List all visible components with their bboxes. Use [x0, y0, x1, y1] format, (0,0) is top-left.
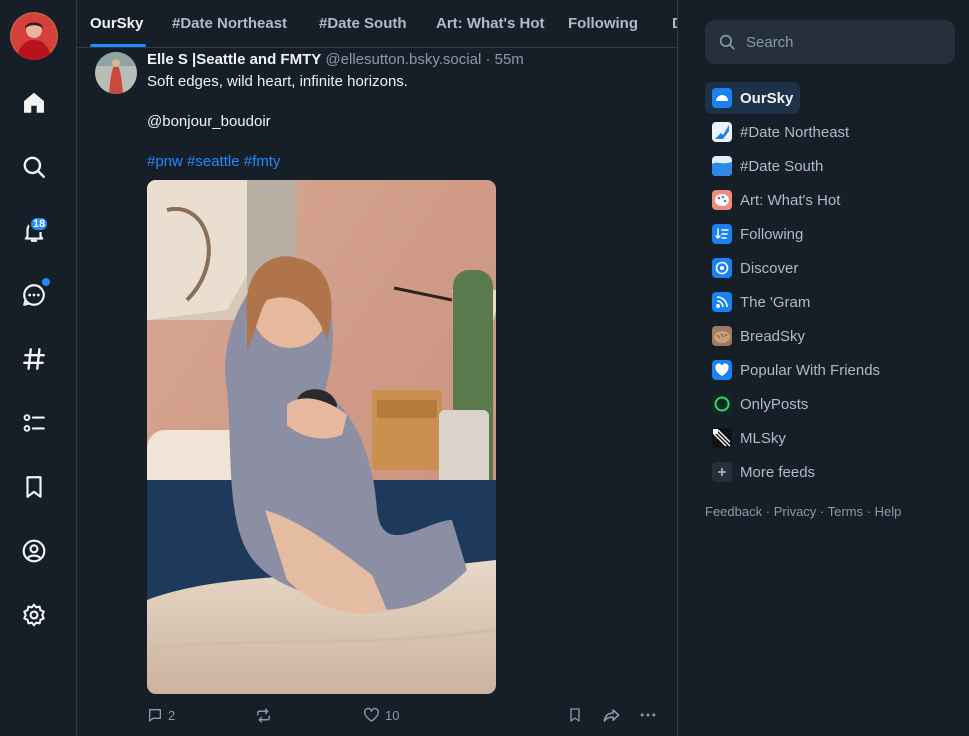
feed-link-date-south[interactable]: #Date South [705, 150, 830, 182]
date-northeast-icon [712, 122, 732, 142]
settings-button[interactable] [16, 597, 52, 633]
repost-icon [257, 707, 270, 723]
footer-separator: · [866, 504, 872, 519]
user-avatar[interactable] [10, 12, 58, 60]
feed-link-following[interactable]: Following [705, 218, 810, 250]
feeds-button[interactable] [16, 341, 52, 377]
feed-link-breadsky[interactable]: BreadSky [705, 320, 812, 352]
feed-tab-bar: OurSky #Date Northeast #Date South Art: … [77, 0, 677, 48]
bookmark-icon [570, 708, 580, 722]
reply-icon [149, 709, 161, 722]
post-text-line-1: Soft edges, wild heart, infinite horizon… [147, 73, 408, 90]
footer-separator: · [819, 504, 825, 519]
footer-help-link[interactable]: Help [875, 504, 902, 519]
footer-terms-link[interactable]: Terms [828, 504, 863, 519]
post-card[interactable]: Elle S |Seattle and FMTY @ellesutton.bsk… [77, 48, 677, 736]
post-header: Elle S |Seattle and FMTY @ellesutton.bsk… [147, 51, 524, 68]
search-icon [719, 34, 735, 50]
tab-date-northeast[interactable]: #Date Northeast [172, 0, 287, 47]
circle-icon [712, 394, 732, 414]
feed-link-onlyposts[interactable]: OnlyPosts [705, 388, 815, 420]
following-icon [712, 224, 732, 244]
home-button[interactable] [16, 85, 52, 121]
list-icon [23, 414, 45, 432]
reply-button[interactable]: 2 [147, 705, 175, 725]
mlsky-icon [712, 428, 732, 448]
bread-icon [712, 326, 732, 346]
left-nav-rail: 18 [0, 0, 77, 736]
post-hashtags: #pnw #seattle #fmty [147, 153, 280, 170]
feed-link-discover[interactable]: Discover [705, 252, 805, 284]
tab-oursky[interactable]: OurSky [90, 0, 143, 47]
profile-icon [22, 539, 46, 563]
tab-discover-partial[interactable]: D [672, 0, 677, 47]
post-mention[interactable]: @bonjour_boudoir [147, 113, 271, 130]
plus-icon [712, 462, 732, 482]
tab-following[interactable]: Following [568, 0, 638, 47]
notifications-badge: 18 [29, 216, 50, 232]
feed-link-date-northeast[interactable]: #Date Northeast [705, 116, 856, 148]
lists-button[interactable] [16, 405, 52, 441]
feed-link-popular-with-friends[interactable]: Popular With Friends [705, 354, 887, 386]
footer-feedback-link[interactable]: Feedback [705, 504, 762, 519]
heart-outline-icon [364, 707, 379, 722]
post-time[interactable]: 55m [495, 51, 524, 68]
gear-icon [23, 603, 45, 627]
discover-icon [712, 258, 732, 278]
saved-button[interactable] [16, 469, 52, 505]
active-tab-indicator [90, 44, 146, 47]
right-sidebar: Search OurSky #Date Northeast #Date Sout… [705, 0, 969, 736]
search-input[interactable]: Search [705, 20, 955, 64]
search-placeholder: Search [746, 33, 794, 51]
home-icon [24, 92, 44, 113]
chat-bubble-icon [23, 284, 45, 306]
profile-button[interactable] [16, 533, 52, 569]
feed-link-oursky[interactable]: OurSky [705, 82, 801, 114]
footer-privacy-link[interactable]: Privacy [774, 504, 817, 519]
footer-links: Feedback · Privacy · Terms · Help [705, 504, 901, 519]
hashtag-link[interactable]: #fmty [244, 153, 281, 170]
search-icon [23, 156, 45, 178]
share-button[interactable] [602, 705, 621, 725]
like-count: 10 [385, 707, 400, 723]
author-handle[interactable]: @ellesutton.bsky.social [325, 51, 481, 68]
more-feeds-link[interactable]: More feeds [705, 456, 822, 488]
footer-separator: · [765, 504, 771, 519]
bookmark-icon [26, 476, 42, 498]
hashtag-icon [23, 348, 45, 370]
feed-column: OurSky #Date Northeast #Date South Art: … [77, 0, 678, 736]
repost-button[interactable] [255, 705, 272, 725]
tab-art-whats-hot[interactable]: Art: What's Hot [436, 0, 545, 47]
author-name[interactable]: Elle S |Seattle and FMTY [147, 51, 321, 68]
tab-date-south[interactable]: #Date South [319, 0, 407, 47]
header-separator: · [485, 51, 491, 68]
oursky-icon [712, 88, 732, 108]
bookmark-post-button[interactable] [567, 705, 583, 725]
feed-link-mlsky[interactable]: MLSky [705, 422, 793, 454]
post-image[interactable] [147, 180, 496, 694]
author-avatar[interactable] [95, 52, 137, 94]
heart-icon [712, 360, 732, 380]
reply-count: 2 [168, 707, 176, 723]
like-button[interactable]: 10 [363, 705, 399, 725]
gram-icon [712, 292, 732, 312]
hashtag-link[interactable]: #seattle [187, 153, 240, 170]
feed-link-the-gram[interactable]: The 'Gram [705, 286, 817, 318]
more-options-button[interactable] [638, 705, 658, 725]
ellipsis-icon [640, 713, 656, 717]
date-south-icon [712, 156, 732, 176]
chat-unread-dot [42, 278, 50, 286]
hashtag-link[interactable]: #pnw [147, 153, 183, 170]
art-palette-icon [712, 190, 732, 210]
share-arrow-icon [603, 708, 620, 722]
feed-link-art-whats-hot[interactable]: Art: What's Hot [705, 184, 847, 216]
search-nav-button[interactable] [16, 149, 52, 185]
